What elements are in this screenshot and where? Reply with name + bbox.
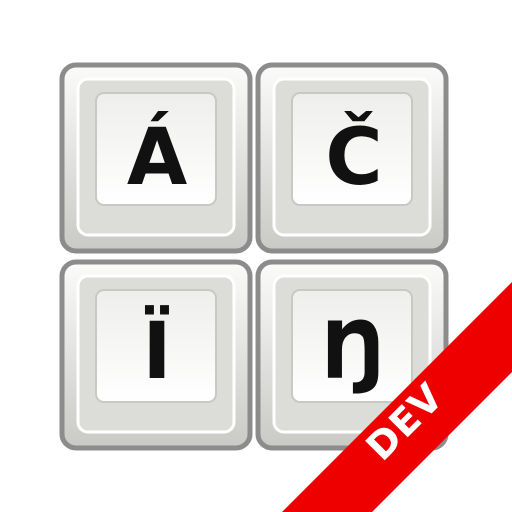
key-i-diaeresis: Ï [59,259,253,451]
key-label: Č [325,111,382,203]
key-label: Ï [142,305,171,397]
key-label: Ŋ [321,307,386,397]
app-icon: Á Č Ï Ŋ DEV [59,62,512,512]
key-label: Á [127,111,187,203]
key-c-caron: Č [255,62,449,254]
key-a-acute: Á [59,62,253,254]
